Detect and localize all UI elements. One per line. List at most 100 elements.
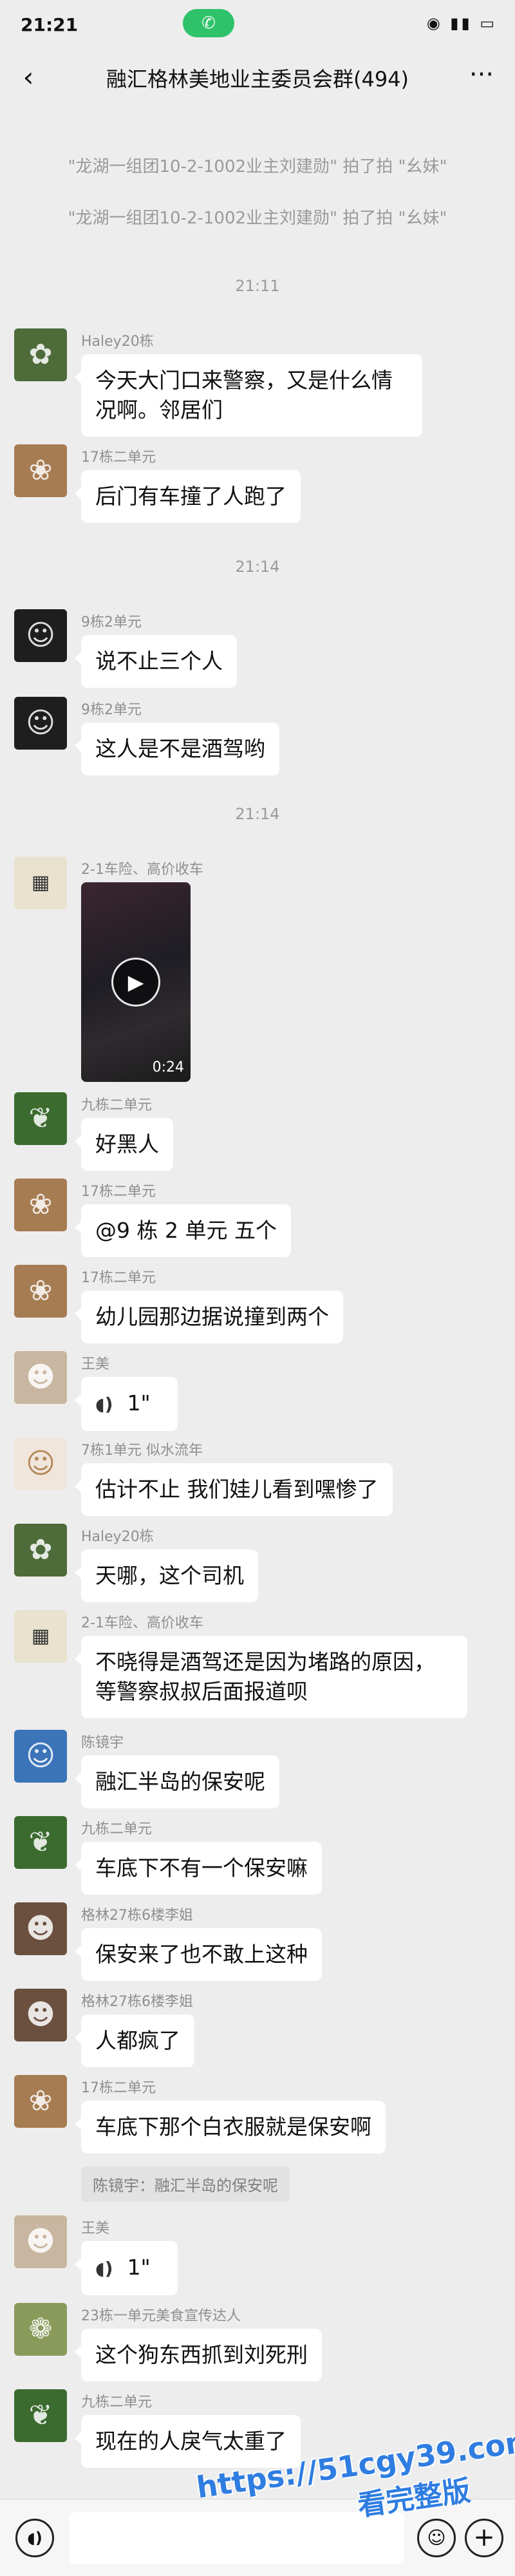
sender-name: 9栋2单元: [81, 614, 142, 630]
sender-name: 王美: [81, 2221, 110, 2237]
avatar-image: ☻: [26, 1912, 55, 1945]
avatar[interactable]: ❀: [14, 1265, 67, 1318]
chat-title: 融汇格林美地业主委员会群(494): [106, 67, 409, 91]
message-bubble[interactable]: @9 栋 2 单元 五个: [75, 1204, 291, 1257]
avatar[interactable]: ❦: [14, 1816, 67, 1869]
avatar-image: ▦: [31, 1625, 50, 1647]
phone-icon[interactable]: ✆: [183, 9, 234, 37]
avatar[interactable]: ☻: [14, 1989, 67, 2041]
avatar-image: ☺: [26, 1739, 55, 1772]
avatar-image: ❀: [28, 454, 53, 487]
status-icons: ◉ ▮▮ ▭: [426, 14, 497, 32]
avatar[interactable]: ☻: [14, 1351, 67, 1404]
sender-name: 九栋二单元: [81, 2394, 153, 2410]
message-bubble[interactable]: 后门有车撞了人跑了: [75, 470, 301, 523]
message-bubble[interactable]: 天哪，这个司机: [75, 1549, 258, 1602]
avatar[interactable]: ☺: [14, 609, 67, 662]
avatar[interactable]: ☻: [14, 2215, 67, 2268]
message-bubble[interactable]: 这人是不是酒驾哟: [75, 723, 279, 775]
sender-name: 格林27栋6楼李姐: [81, 1908, 193, 1924]
voice-message[interactable]: ◖) 1": [75, 1377, 178, 1431]
avatar[interactable]: ❦: [14, 2389, 67, 2442]
message-bubble[interactable]: 幼儿园那边据说撞到两个: [75, 1291, 343, 1343]
avatar[interactable]: ☺: [14, 1437, 67, 1490]
sender-name: 九栋二单元: [81, 1821, 153, 1837]
avatar[interactable]: ❀: [14, 2075, 67, 2128]
avatar[interactable]: ☻: [14, 1902, 67, 1955]
message-bubble[interactable]: 好黑人: [75, 1118, 173, 1171]
sender-name: 23栋一单元美食宣传达人: [81, 2308, 241, 2324]
message-bubble[interactable]: 保安来了也不敢上这种: [75, 1928, 322, 1981]
status-time: 21:21: [21, 14, 79, 35]
avatar-image: ☻: [26, 2225, 55, 2258]
avatar[interactable]: ▦: [14, 857, 67, 909]
sender-name: 陈镜宇: [81, 1735, 124, 1751]
more-icon[interactable]: ···: [464, 61, 500, 94]
voice-duration: 1": [127, 2255, 151, 2280]
sender-name: 17栋二单元: [81, 1184, 156, 1200]
avatar-image: ❀: [28, 1188, 53, 1221]
sender-name: 7栋1单元 似水流年: [81, 1443, 203, 1459]
avatar-image: ❁: [28, 2313, 53, 2345]
avatar[interactable]: ☺: [14, 697, 67, 750]
sender-name: 格林27栋6楼李姐: [81, 1994, 193, 2010]
video-message[interactable]: ▶ 0:24: [81, 882, 191, 1082]
avatar-image: ▦: [31, 871, 50, 894]
avatar-image: ☻: [26, 1998, 55, 2031]
message-bubble[interactable]: 今天大门口来警察，又是什么情况啊。邻居们: [75, 354, 422, 437]
message-bubble[interactable]: 车底下不有一个保安嘛: [75, 1842, 322, 1895]
message-bubble[interactable]: 融汇半岛的保安呢: [75, 1756, 279, 1808]
message-bubble[interactable]: 车底下那个白衣服就是保安啊: [75, 2101, 386, 2154]
avatar[interactable]: ❀: [14, 444, 67, 497]
avatar-image: ❦: [28, 1826, 53, 1859]
chevron-left-icon[interactable]: ‹: [14, 59, 42, 95]
sender-name: Haley20栋: [81, 334, 154, 350]
sender-name: 17栋二单元: [81, 2080, 156, 2096]
system-message: "龙湖一组团10-2-1002业主刘建勋" 拍了拍 "幺妹": [68, 157, 447, 176]
avatar-image: ☻: [26, 1361, 55, 1394]
voice-icon: ◖): [95, 2258, 113, 2279]
timestamp: 21:14: [235, 805, 280, 823]
message-bubble[interactable]: 人都疯了: [75, 2014, 194, 2067]
avatar-image: ☺: [26, 706, 55, 739]
quoted-message[interactable]: 陈镜宇：融汇半岛的保安呢: [81, 2166, 290, 2202]
message-bubble[interactable]: 这个狗东西抓到刘死刑: [75, 2329, 322, 2382]
voice-icon: ◖): [95, 1394, 113, 1415]
voice-input-icon[interactable]: ◖): [15, 2519, 54, 2557]
system-message: "龙湖一组团10-2-1002业主刘建勋" 拍了拍 "幺妹": [68, 209, 447, 228]
sender-name: 17栋二单元: [81, 450, 156, 466]
avatar[interactable]: ❀: [14, 1179, 67, 1231]
avatar-image: ❦: [28, 2399, 53, 2432]
voice-duration: 1": [127, 1390, 151, 1416]
play-icon[interactable]: ▶: [111, 958, 160, 1007]
sender-name: 17栋二单元: [81, 1270, 156, 1286]
sender-name: 九栋二单元: [81, 1097, 153, 1113]
timestamp: 21:14: [235, 558, 280, 576]
message-bubble[interactable]: 说不止三个人: [75, 635, 237, 688]
sender-name: 王美: [81, 1356, 110, 1372]
sender-name: 2-1车险、高价收车: [81, 1615, 203, 1631]
avatar[interactable]: ▦: [14, 1610, 67, 1663]
avatar[interactable]: ☺: [14, 1730, 67, 1783]
avatar[interactable]: ❦: [14, 1092, 67, 1145]
message-bubble[interactable]: 估计不止 我们娃儿看到嘿惨了: [75, 1463, 393, 1516]
avatar-image: ✿: [28, 338, 53, 371]
avatar-image: ❀: [28, 2085, 53, 2117]
sender-name: 2-1车险、高价收车: [81, 862, 203, 878]
sender-name: 9栋2单元: [81, 702, 142, 718]
avatar[interactable]: ✿: [14, 1524, 67, 1577]
avatar-image: ☺: [26, 619, 55, 652]
avatar[interactable]: ✿: [14, 328, 67, 381]
voice-message[interactable]: ◖) 1": [75, 2241, 178, 2295]
message-bubble[interactable]: 不晓得是酒驾还是因为堵路的原因，等警察叔叔后面报道呗: [75, 1636, 467, 1718]
avatar-image: ❀: [28, 1274, 53, 1307]
avatar[interactable]: ❁: [14, 2303, 67, 2356]
timestamp: 21:11: [235, 277, 280, 295]
sender-name: Haley20栋: [81, 1529, 154, 1545]
status-bar: 21:21 ✆ ◉ ▮▮ ▭: [0, 0, 515, 52]
chat-header: ‹ 融汇格林美地业主委员会群(494) ···: [0, 52, 515, 103]
avatar-image: ✿: [28, 1533, 53, 1566]
video-duration: 0:24: [152, 1059, 184, 1075]
avatar-image: ❦: [28, 1102, 53, 1135]
avatar-image: ☺: [26, 1447, 55, 1480]
